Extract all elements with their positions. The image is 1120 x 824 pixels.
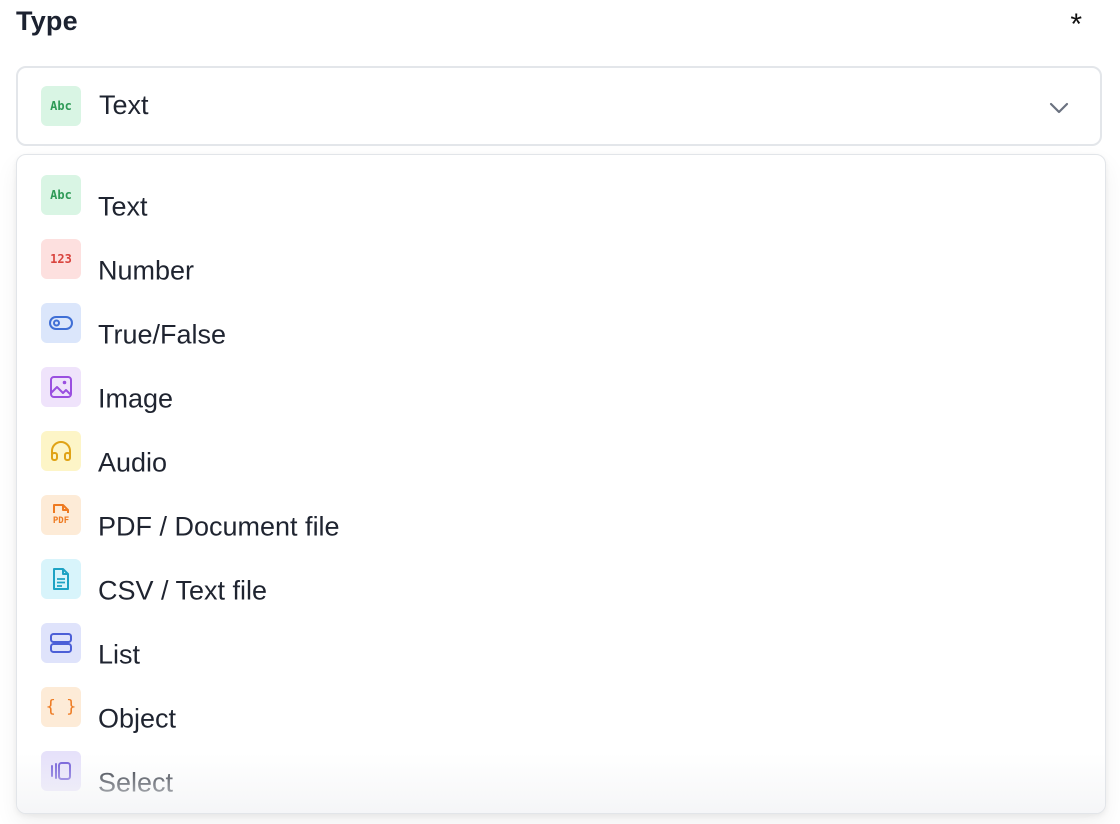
option-label: Image — [98, 383, 174, 414]
option-pdf-document-file[interactable]: PDF PDF / Document file — [17, 485, 1105, 549]
option-label: PDF / Document file — [98, 511, 340, 542]
chevron-down-icon — [1049, 102, 1069, 114]
option-image[interactable]: Image — [17, 357, 1105, 421]
text-file-icon — [41, 559, 81, 599]
field-header: Type * — [16, 6, 1104, 41]
pdf-file-icon: PDF — [41, 495, 81, 535]
option-csv-text-file[interactable]: CSV / Text file — [17, 549, 1105, 613]
field-label: Type — [16, 6, 78, 36]
option-number[interactable]: 123 Number — [17, 229, 1105, 293]
number-123-icon: 123 — [41, 239, 81, 279]
text-abc-icon: Abc — [41, 86, 81, 126]
text-abc-icon: Abc — [41, 175, 81, 215]
list-icon — [41, 623, 81, 663]
option-list[interactable]: List — [17, 613, 1105, 677]
select-value: Text — [99, 90, 149, 120]
option-label: True/False — [98, 319, 227, 350]
option-label: Object — [98, 703, 177, 734]
type-select[interactable]: Abc Text — [16, 66, 1102, 146]
option-label: Select — [98, 767, 174, 798]
option-label: Audio — [98, 447, 168, 478]
option-true-false[interactable]: True/False — [17, 293, 1105, 357]
headphones-icon — [41, 431, 81, 471]
option-select[interactable]: Select — [17, 741, 1105, 805]
image-icon — [41, 367, 81, 407]
option-label: List — [98, 639, 141, 670]
carousel-icon — [41, 751, 81, 791]
required-asterisk: * — [1070, 8, 1082, 41]
option-label: Number — [98, 255, 195, 286]
braces-icon: { } — [41, 687, 81, 727]
option-text[interactable]: Abc Text — [17, 165, 1105, 229]
option-object[interactable]: { } Object — [17, 677, 1105, 741]
option-label: Text — [98, 191, 148, 222]
toggle-icon — [41, 303, 81, 343]
option-audio[interactable]: Audio — [17, 421, 1105, 485]
option-label: CSV / Text file — [98, 575, 268, 606]
type-dropdown-menu: Abc Text 123 Number True/False Image Aud… — [16, 154, 1106, 814]
